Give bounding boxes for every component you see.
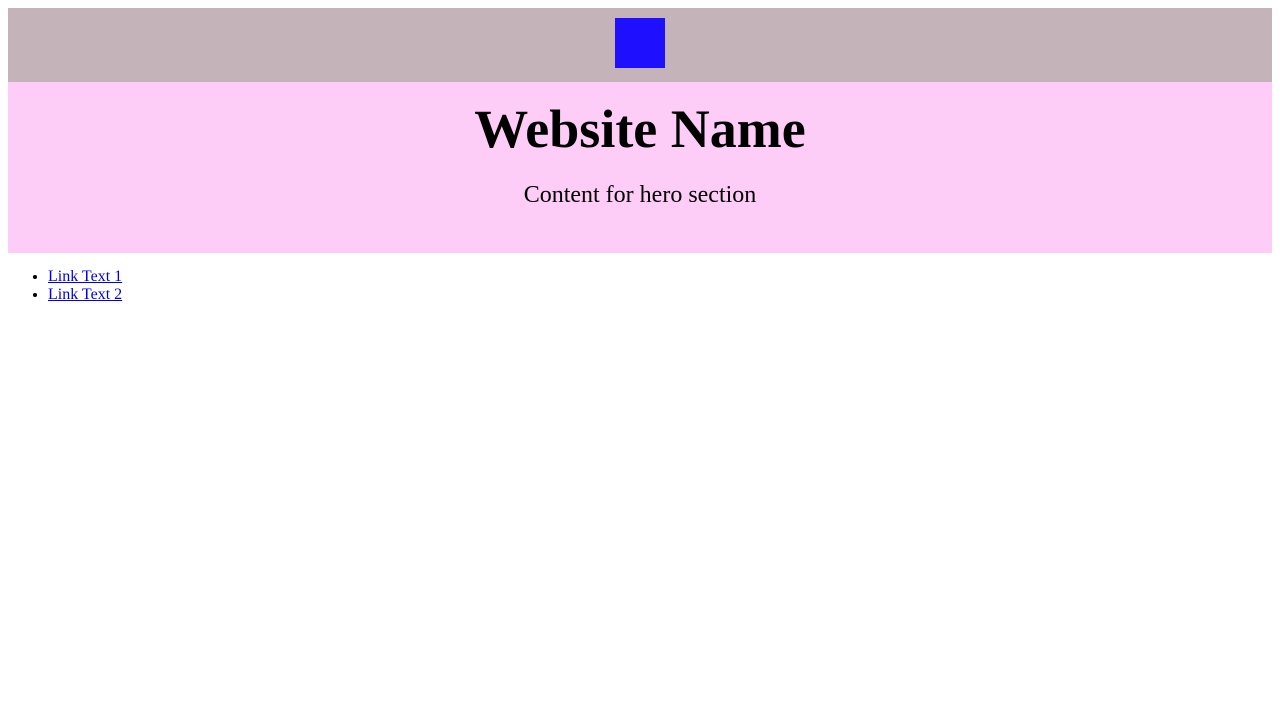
page: Website Name Content for hero section Li… [0, 0, 1280, 312]
list-item: Link Text 2 [48, 286, 1272, 304]
nav-link-2[interactable]: Link Text 2 [48, 286, 122, 303]
page-title: Website Name [474, 99, 806, 159]
list-item: Link Text 1 [48, 268, 1272, 286]
nav-list: Link Text 1 Link Text 2 [8, 268, 1272, 304]
hero-content: Content for hero section [523, 182, 757, 208]
logo-icon [615, 18, 665, 68]
hero-section: Website Name Content for hero section [8, 82, 1272, 253]
top-bar [8, 8, 1272, 82]
nav-link-1[interactable]: Link Text 1 [48, 268, 122, 285]
